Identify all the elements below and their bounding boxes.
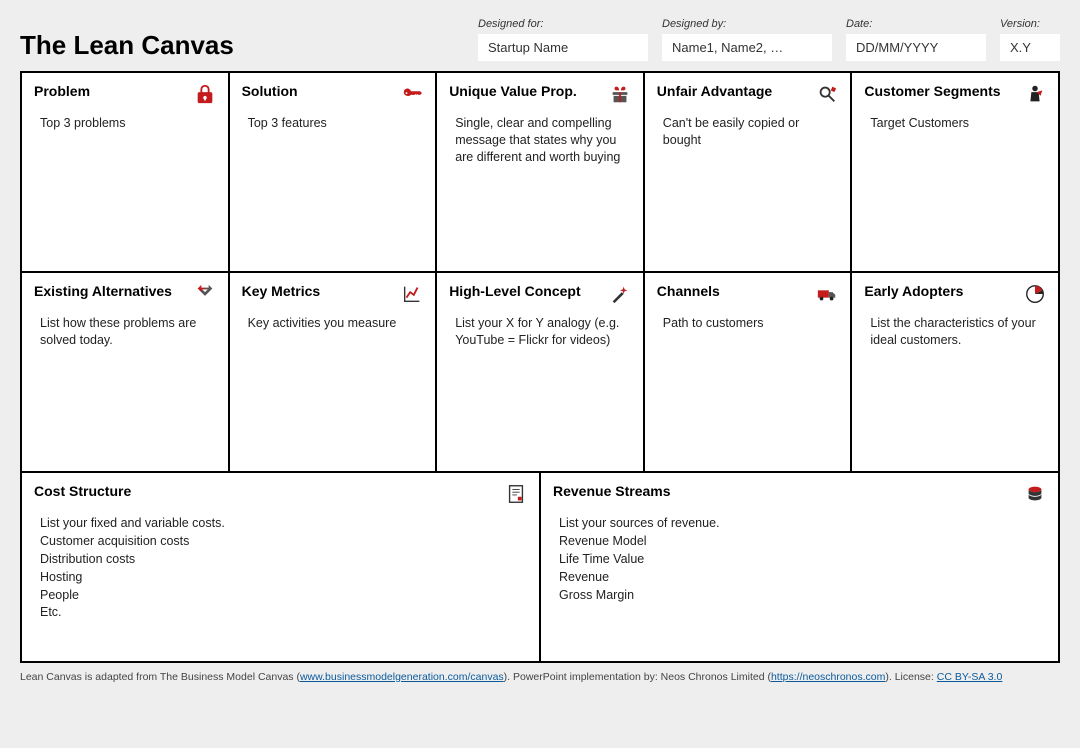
revenue-line: Revenue Model bbox=[559, 533, 1046, 550]
date-input[interactable] bbox=[846, 34, 986, 61]
segments-body: Target Customers bbox=[864, 115, 1046, 132]
footer-attribution: Lean Canvas is adapted from The Business… bbox=[20, 671, 1060, 683]
cell-adopters[interactable]: Early Adopters List the characteristics … bbox=[851, 272, 1059, 472]
pie-chart-icon bbox=[1024, 283, 1046, 305]
cost-body: List your fixed and variable costs. Cust… bbox=[34, 515, 527, 621]
revenue-line: Gross Margin bbox=[559, 587, 1046, 604]
uvp-title: Unique Value Prop. bbox=[449, 83, 577, 99]
bottom-grid: Cost Structure List your fixed and varia… bbox=[21, 472, 1059, 662]
channels-body: Path to customers bbox=[657, 315, 839, 332]
footer-text: Lean Canvas is adapted from The Business… bbox=[20, 671, 300, 683]
alternatives-body: List how these problems are solved today… bbox=[34, 315, 216, 349]
cell-revenue[interactable]: Revenue Streams List your sources of rev… bbox=[540, 472, 1059, 662]
designed-for-input[interactable] bbox=[478, 34, 648, 61]
designed-by-input[interactable] bbox=[662, 34, 832, 61]
top-grid: Problem Top 3 problems Solution Top 3 fe… bbox=[21, 72, 1059, 472]
cell-concept[interactable]: High-Level Concept List your X for Y ana… bbox=[436, 272, 644, 472]
key-icon bbox=[401, 83, 423, 105]
designed-by-label: Designed by: bbox=[662, 18, 832, 30]
person-icon bbox=[1024, 83, 1046, 105]
solution-title: Solution bbox=[242, 83, 298, 99]
cell-problem[interactable]: Problem Top 3 problems bbox=[21, 72, 229, 272]
meta-designed-by: Designed by: bbox=[662, 18, 832, 61]
cost-title: Cost Structure bbox=[34, 483, 131, 499]
cell-solution[interactable]: Solution Top 3 features bbox=[229, 72, 437, 272]
adopters-title: Early Adopters bbox=[864, 283, 963, 299]
metrics-title: Key Metrics bbox=[242, 283, 321, 299]
footer-text: ). PowerPoint implementation by: Neos Ch… bbox=[504, 671, 771, 683]
revenue-line: List your sources of revenue. bbox=[559, 515, 1046, 532]
version-label: Version: bbox=[1000, 18, 1060, 30]
arrows-split-icon bbox=[194, 283, 216, 305]
segments-title: Customer Segments bbox=[864, 83, 1000, 99]
concept-body: List your X for Y analogy (e.g. YouTube … bbox=[449, 315, 631, 349]
cost-line: List your fixed and variable costs. bbox=[40, 515, 527, 532]
cell-channels[interactable]: Channels Path to customers bbox=[644, 272, 852, 472]
meta-designed-for: Designed for: bbox=[478, 18, 648, 61]
coins-icon bbox=[1024, 483, 1046, 505]
designed-for-label: Designed for: bbox=[478, 18, 648, 30]
adopters-body: List the characteristics of your ideal c… bbox=[864, 315, 1046, 349]
header: The Lean Canvas Designed for: Designed b… bbox=[20, 18, 1060, 61]
invoice-icon bbox=[505, 483, 527, 505]
revenue-line: Revenue bbox=[559, 569, 1046, 586]
solution-body: Top 3 features bbox=[242, 115, 424, 132]
truck-icon bbox=[816, 283, 838, 305]
cell-metrics[interactable]: Key Metrics Key activities you measure bbox=[229, 272, 437, 472]
version-input[interactable] bbox=[1000, 34, 1060, 61]
problem-body: Top 3 problems bbox=[34, 115, 216, 132]
gift-icon bbox=[609, 83, 631, 105]
cost-line: Etc. bbox=[40, 604, 527, 621]
meta-version: Version: bbox=[1000, 18, 1060, 61]
revenue-line: Life Time Value bbox=[559, 551, 1046, 568]
revenue-title: Revenue Streams bbox=[553, 483, 671, 499]
chart-icon bbox=[401, 283, 423, 305]
problem-title: Problem bbox=[34, 83, 90, 99]
footer-link-neos[interactable]: https://neoschronos.com bbox=[771, 671, 885, 683]
cell-uvp[interactable]: Unique Value Prop. Single, clear and com… bbox=[436, 72, 644, 272]
footer-link-license[interactable]: CC BY-SA 3.0 bbox=[937, 671, 1003, 683]
wand-icon bbox=[609, 283, 631, 305]
unfair-title: Unfair Advantage bbox=[657, 83, 772, 99]
date-label: Date: bbox=[846, 18, 986, 30]
cell-alternatives[interactable]: Existing Alternatives List how these pro… bbox=[21, 272, 229, 472]
cell-segments[interactable]: Customer Segments Target Customers bbox=[851, 72, 1059, 272]
footer-text: ). License: bbox=[885, 671, 936, 683]
magnify-icon bbox=[816, 83, 838, 105]
concept-title: High-Level Concept bbox=[449, 283, 580, 299]
channels-title: Channels bbox=[657, 283, 720, 299]
metrics-body: Key activities you measure bbox=[242, 315, 424, 332]
cost-line: Distribution costs bbox=[40, 551, 527, 568]
revenue-body: List your sources of revenue. Revenue Mo… bbox=[553, 515, 1046, 603]
lock-icon bbox=[194, 83, 216, 105]
unfair-body: Can't be easily copied or bought bbox=[657, 115, 839, 149]
uvp-body: Single, clear and compelling message tha… bbox=[449, 115, 631, 166]
page-title: The Lean Canvas bbox=[20, 30, 244, 61]
lean-canvas-grid: Problem Top 3 problems Solution Top 3 fe… bbox=[20, 71, 1060, 663]
footer-link-bmg[interactable]: www.businessmodelgeneration.com/canvas bbox=[300, 671, 504, 683]
cost-line: Hosting bbox=[40, 569, 527, 586]
alternatives-title: Existing Alternatives bbox=[34, 283, 172, 299]
cell-cost[interactable]: Cost Structure List your fixed and varia… bbox=[21, 472, 540, 662]
cell-unfair[interactable]: Unfair Advantage Can't be easily copied … bbox=[644, 72, 852, 272]
cost-line: People bbox=[40, 587, 527, 604]
meta-date: Date: bbox=[846, 18, 986, 61]
cost-line: Customer acquisition costs bbox=[40, 533, 527, 550]
